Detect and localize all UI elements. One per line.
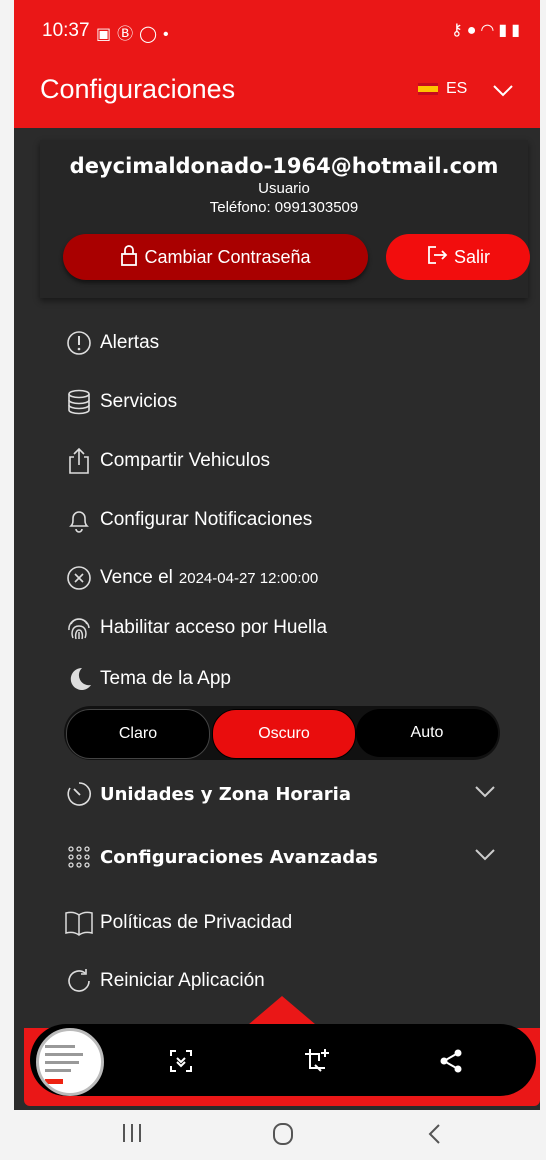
theme-option-light[interactable]: Claro bbox=[66, 709, 210, 759]
thumb-line bbox=[45, 1053, 83, 1056]
gallery-icon: ▣ bbox=[96, 26, 118, 43]
alert-icon bbox=[64, 328, 94, 358]
screenshot-toolbar bbox=[30, 1024, 536, 1096]
back-icon[interactable] bbox=[424, 1122, 444, 1153]
menu-item-notifications[interactable]: Configurar Notificaciones bbox=[64, 503, 312, 537]
recents-icon[interactable] bbox=[120, 1122, 144, 1151]
menu-label-services: Servicios bbox=[100, 391, 178, 412]
theme-option-dark[interactable]: Oscuro bbox=[212, 709, 356, 759]
book-icon bbox=[64, 908, 94, 938]
subscription-expiry: Vence el 2024-04-27 12:00:00 bbox=[64, 561, 318, 595]
theme-label: Tema de la App bbox=[100, 668, 231, 689]
lock-icon bbox=[120, 244, 138, 271]
notification-icons: ▣Ⓑ◯• bbox=[96, 20, 175, 44]
menu-label-fingerprint: Habilitar acceso por Huella bbox=[100, 617, 328, 638]
theme-heading: Tema de la App bbox=[64, 662, 231, 696]
logout-label: Salir bbox=[453, 246, 490, 267]
fingerprint-icon bbox=[64, 613, 94, 643]
home-icon[interactable] bbox=[271, 1122, 295, 1153]
grid-dots-icon bbox=[64, 842, 94, 872]
chevron-down-icon[interactable] bbox=[474, 782, 496, 805]
menu-label-alerts: Alertas bbox=[100, 332, 160, 353]
change-password-button[interactable]: Cambiar Contraseña bbox=[63, 234, 368, 280]
settings-screen: 10:37 ▣Ⓑ◯• ⚷●◠▮▮ Configuraciones ES deyc… bbox=[14, 0, 540, 1110]
expires-label: Vence el bbox=[100, 567, 173, 588]
user-card: deycimaldonado-1964@hotmail.com Usuario … bbox=[40, 140, 530, 298]
theme-option-auto[interactable]: Auto bbox=[356, 709, 498, 757]
logout-icon bbox=[426, 245, 448, 270]
whatsapp-icon: ◯ bbox=[139, 26, 164, 43]
scroll-capture-icon[interactable] bbox=[166, 1046, 196, 1076]
bell-icon bbox=[64, 505, 94, 535]
key-icon: ⚷ bbox=[451, 22, 467, 39]
menu-label-notifications: Configurar Notificaciones bbox=[100, 509, 313, 530]
expires-value: 2024-04-27 12:00:00 bbox=[178, 569, 319, 587]
menu-item-services[interactable]: Servicios bbox=[64, 385, 177, 419]
menu-label-privacy: Políticas de Privacidad bbox=[100, 912, 293, 933]
crop-edit-icon[interactable] bbox=[302, 1046, 332, 1076]
system-icons: ⚷●◠▮▮ bbox=[451, 20, 524, 40]
theme-switcher: Claro Oscuro Auto bbox=[64, 706, 500, 760]
menu-item-share-vehicles[interactable]: Compartir Vehiculos bbox=[64, 444, 270, 478]
logout-button[interactable]: Salir bbox=[386, 234, 530, 280]
status-bar: 10:37 ▣Ⓑ◯• ⚷●◠▮▮ bbox=[14, 0, 540, 58]
page-title: Configuraciones bbox=[40, 74, 236, 104]
menu-label-share: Compartir Vehiculos bbox=[100, 450, 271, 471]
menu-label-restart: Reiniciar Aplicación bbox=[100, 970, 265, 991]
menu-item-advanced[interactable]: Configuraciones Avanzadas bbox=[64, 840, 378, 874]
spain-flag-icon bbox=[418, 83, 438, 95]
app-header: Configuraciones ES bbox=[14, 58, 540, 128]
menu-item-fingerprint[interactable]: Habilitar acceso por Huella bbox=[64, 611, 327, 645]
user-phone: Teléfono: 0991303509 bbox=[209, 199, 359, 216]
menu-item-privacy[interactable]: Políticas de Privacidad bbox=[64, 906, 292, 940]
thumb-line bbox=[45, 1069, 71, 1072]
thumb-line bbox=[45, 1061, 79, 1064]
wifi-icon: ◠ bbox=[480, 22, 499, 39]
screenshot-thumbnail[interactable] bbox=[36, 1028, 104, 1096]
system-nav-bar bbox=[0, 1110, 546, 1160]
b-icon: Ⓑ bbox=[117, 26, 140, 43]
menu-label-units: Unidades y Zona Horaria bbox=[100, 783, 351, 805]
language-selector[interactable]: ES bbox=[418, 80, 467, 98]
menu-item-alerts[interactable]: Alertas bbox=[64, 326, 159, 360]
user-role: Usuario bbox=[258, 180, 310, 197]
timer-icon bbox=[64, 779, 94, 809]
status-time: 10:37 bbox=[42, 20, 90, 41]
location-icon: ● bbox=[466, 22, 481, 39]
thumb-red-bar bbox=[45, 1079, 63, 1084]
database-icon bbox=[64, 387, 94, 417]
close-circle-icon bbox=[64, 563, 94, 593]
change-password-label: Cambiar Contraseña bbox=[144, 246, 311, 267]
share-icon[interactable] bbox=[436, 1046, 466, 1076]
menu-item-units-timezone[interactable]: Unidades y Zona Horaria bbox=[64, 777, 351, 811]
moon-icon bbox=[64, 664, 94, 694]
menu-item-restart[interactable]: Reiniciar Aplicación bbox=[64, 964, 265, 998]
signal-icon: ▮ bbox=[498, 22, 512, 39]
chevron-down-icon[interactable] bbox=[474, 845, 496, 868]
menu-label-advanced: Configuraciones Avanzadas bbox=[100, 846, 379, 868]
share-upload-icon bbox=[64, 446, 94, 476]
thumb-line bbox=[45, 1045, 75, 1048]
battery-icon: ▮ bbox=[511, 22, 524, 39]
chevron-down-icon[interactable] bbox=[492, 78, 514, 104]
restart-icon bbox=[64, 966, 94, 996]
dot-icon: • bbox=[163, 26, 175, 43]
user-email: deycimaldonado-1964@hotmail.com bbox=[69, 154, 499, 178]
language-label: ES bbox=[446, 80, 468, 97]
